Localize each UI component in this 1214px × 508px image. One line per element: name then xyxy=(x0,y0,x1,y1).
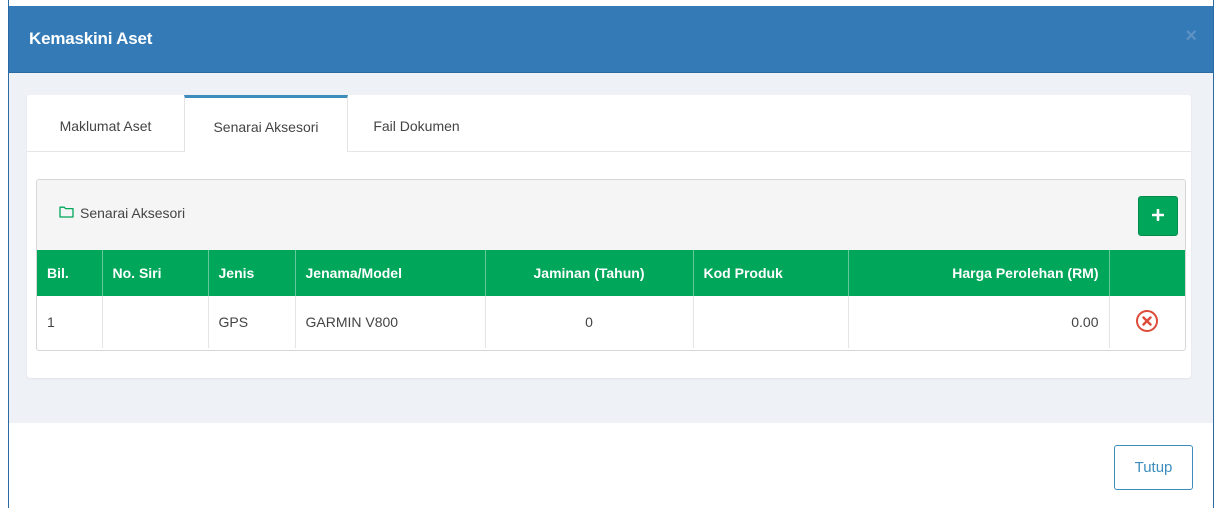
modal-header: Kemaskini Aset × xyxy=(9,6,1213,73)
cell-jenis: GPS xyxy=(208,296,296,348)
cell-action xyxy=(1109,296,1185,348)
tab-senarai-aksesori[interactable]: Senarai Aksesori xyxy=(184,95,348,152)
folder-outline-icon xyxy=(59,205,74,221)
tutup-button[interactable]: Tutup xyxy=(1114,445,1193,490)
header-harga-perolehan: Harga Perolehan (RM) xyxy=(848,250,1110,296)
header-no-siri: No. Siri xyxy=(102,250,209,296)
header-kod-produk: Kod Produk xyxy=(693,250,849,296)
modal-footer: Tutup xyxy=(9,423,1213,508)
delete-circle-x-icon[interactable] xyxy=(1135,309,1159,336)
accessory-panel: Senarai Aksesori Bil. No. Siri Jenis Jen… xyxy=(36,179,1186,351)
header-action xyxy=(1109,250,1185,296)
table-header-row: Bil. No. Siri Jenis Jenama/Model Jaminan… xyxy=(37,250,1185,296)
cell-no-siri xyxy=(102,296,209,348)
table-row: 1 GPS GARMIN V800 0 0.00 xyxy=(37,296,1185,348)
cell-jenama-model: GARMIN V800 xyxy=(295,296,486,348)
header-jaminan: Jaminan (Tahun) xyxy=(485,250,694,296)
modal-body: Maklumat Aset Senarai Aksesori Fail Doku… xyxy=(9,73,1213,423)
modal-title: Kemaskini Aset xyxy=(29,29,153,48)
cell-harga: 0.00 xyxy=(848,296,1110,348)
cell-kod-produk xyxy=(693,296,849,348)
tab-maklumat-aset[interactable]: Maklumat Aset xyxy=(27,95,184,151)
tab-container: Maklumat Aset Senarai Aksesori Fail Doku… xyxy=(27,95,1191,378)
cell-jaminan: 0 xyxy=(485,296,694,348)
header-bil: Bil. xyxy=(37,250,103,296)
panel-title-label: Senarai Aksesori xyxy=(80,205,186,221)
panel-title: Senarai Aksesori xyxy=(59,205,185,221)
plus-icon xyxy=(1151,208,1165,224)
tab-fail-dokumen[interactable]: Fail Dokumen xyxy=(347,95,486,151)
modal-dialog: Kemaskini Aset × Maklumat Aset Senarai A… xyxy=(8,0,1214,508)
panel-heading: Senarai Aksesori xyxy=(37,180,1185,251)
close-icon[interactable]: × xyxy=(1185,26,1197,46)
header-jenama-model: Jenama/Model xyxy=(295,250,486,296)
header-jenis: Jenis xyxy=(208,250,296,296)
cell-bil: 1 xyxy=(37,296,103,348)
add-accessory-button[interactable] xyxy=(1138,196,1178,236)
tab-bar: Maklumat Aset Senarai Aksesori Fail Doku… xyxy=(27,95,1191,152)
accessory-table: Bil. No. Siri Jenis Jenama/Model Jaminan… xyxy=(37,250,1185,348)
